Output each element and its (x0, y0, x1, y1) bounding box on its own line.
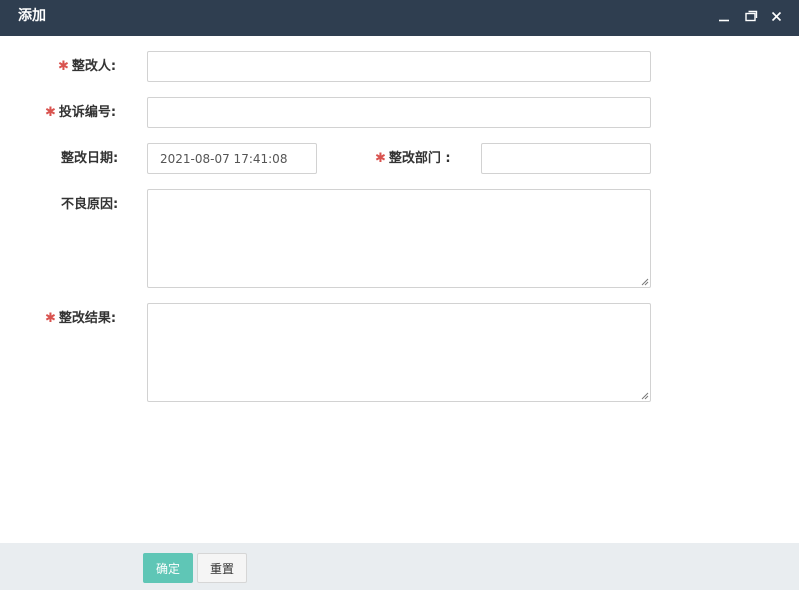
complaint-number-input[interactable] (147, 97, 651, 128)
dialog-title: 添加 (18, 8, 46, 24)
required-mark: ✱ (375, 151, 386, 166)
rectify-result-label-text: 整改结果: (58, 311, 117, 326)
rectify-dept-label: ✱ 整改部门 : (375, 143, 451, 174)
complaint-number-label: ✱ 投诉编号: (45, 97, 116, 128)
close-icon[interactable] (766, 6, 786, 26)
dialog-titlebar: 添加 (0, 0, 799, 36)
minimize-icon[interactable] (714, 6, 734, 26)
confirm-button[interactable]: 确定 (143, 553, 193, 583)
rectify-result-label: ✱ 整改结果: (45, 303, 116, 334)
rectify-dept-label-text: 整改部门 : (388, 151, 451, 166)
complaint-number-label-text: 投诉编号: (58, 105, 117, 120)
reset-button[interactable]: 重置 (197, 553, 247, 583)
rectify-date-input[interactable] (147, 143, 317, 174)
rectify-result-textarea[interactable] (147, 303, 651, 402)
required-mark: ✱ (45, 311, 56, 326)
maximize-icon[interactable] (741, 6, 761, 26)
rectifier-label: ✱ 整改人: (58, 51, 116, 82)
required-mark: ✱ (58, 59, 69, 74)
resize-grip-icon[interactable] (641, 278, 649, 286)
bad-reason-textarea[interactable] (147, 189, 651, 288)
rectifier-label-text: 整改人: (71, 59, 117, 74)
dialog-footer: 确定 重置 (0, 543, 799, 590)
required-mark: ✱ (45, 105, 56, 120)
rectifier-input[interactable] (147, 51, 651, 82)
add-dialog: 添加 ✱整改人: ✱投诉编号: 整改日期: ✱整改部门 : 不良 (0, 0, 799, 590)
rectify-date-label: 整改日期: (61, 151, 119, 166)
bad-reason-label: 不良原因: (61, 197, 119, 212)
rectify-dept-input[interactable] (481, 143, 651, 174)
resize-grip-icon[interactable] (641, 392, 649, 400)
